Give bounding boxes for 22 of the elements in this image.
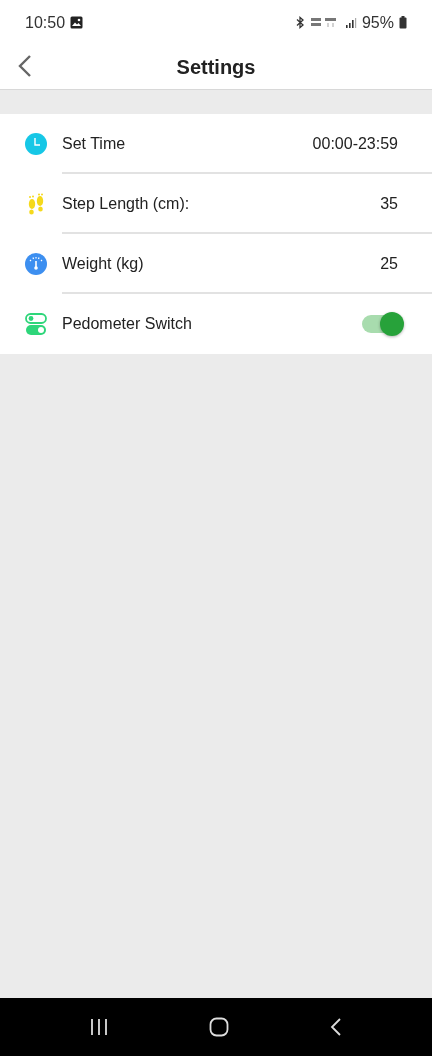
back-icon[interactable] [329,1018,342,1036]
home-icon[interactable] [209,1017,229,1037]
setting-label: Set Time [62,135,127,153]
setting-value[interactable]: 00:00-23:59 [312,135,398,153]
setting-value[interactable]: 35 [380,195,398,213]
image-icon [70,16,84,29]
battery-icon [399,16,407,29]
status-time: 10:50 [25,13,66,32]
battery-percent: 95% [361,13,394,32]
gauge-icon [24,252,48,276]
setting-label: Step Length (cm): [62,195,191,213]
setting-value[interactable]: 25 [380,255,398,273]
setting-label: Weight (kg) [62,255,145,273]
bluetooth-icon [294,16,305,29]
toggle-icon [24,312,48,336]
page-title: Settings [176,55,256,79]
setting-label: Pedometer Switch [62,315,193,333]
clock-icon [24,132,48,156]
recent-apps-icon[interactable] [90,1019,109,1035]
back-icon [18,54,32,78]
pedometer-toggle[interactable] [362,315,402,333]
signal-icon [344,16,357,29]
